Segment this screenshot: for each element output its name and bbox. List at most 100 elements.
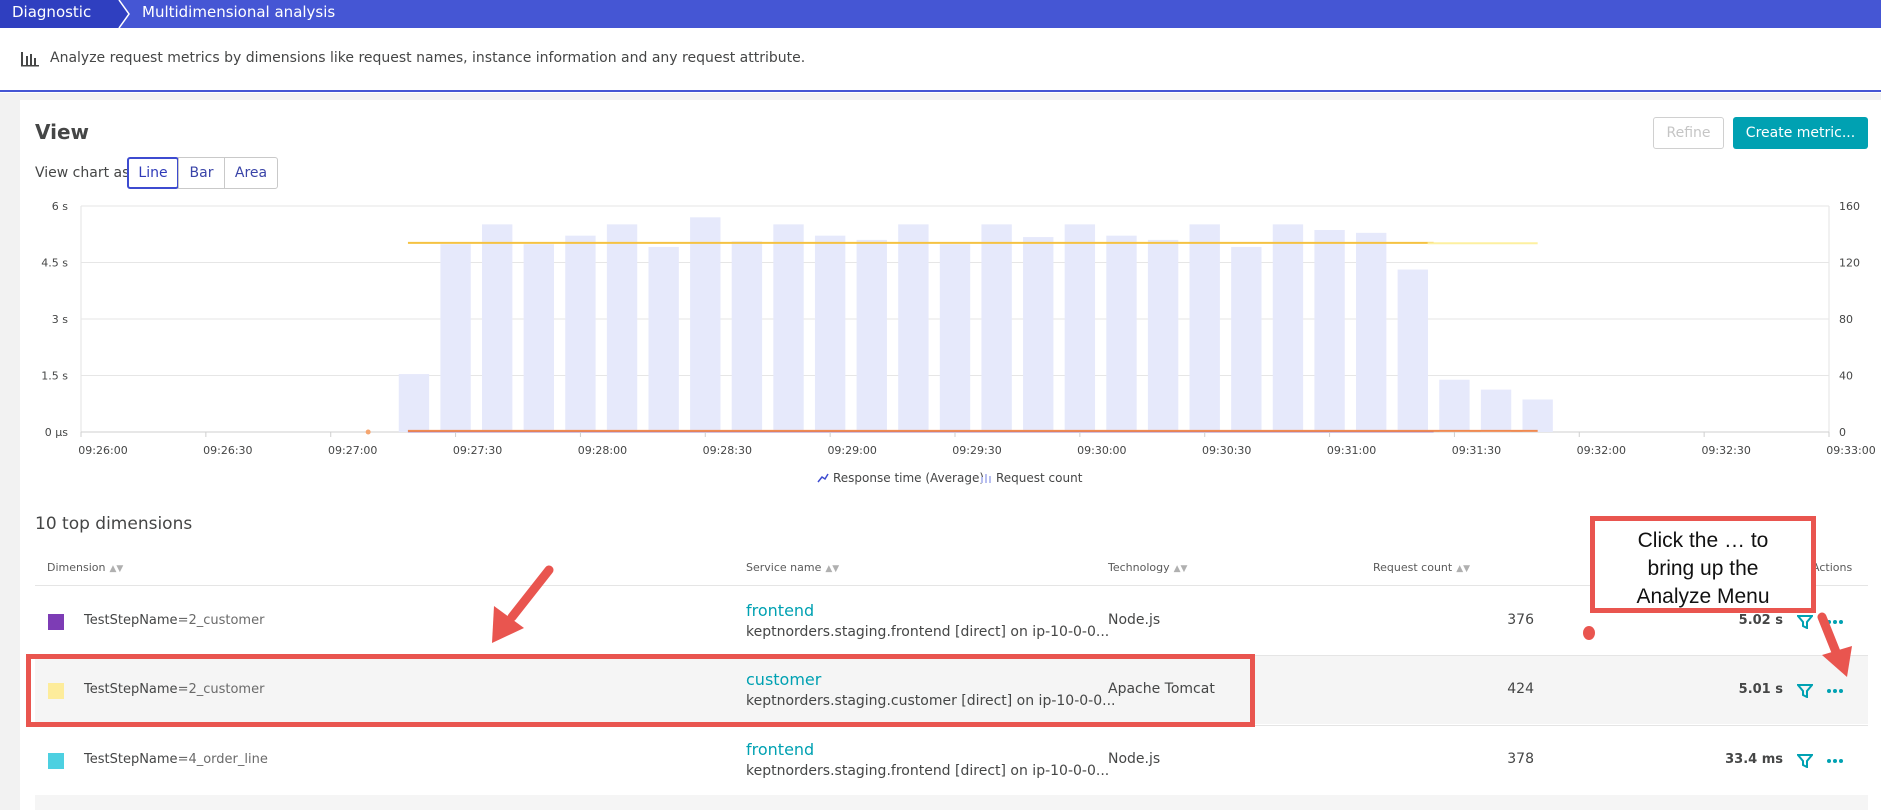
technology: Node.js [1108, 612, 1161, 628]
bar-chart-icon [21, 52, 39, 67]
chart-bar [1023, 237, 1054, 432]
service-detail: keptnorders.staging.frontend [direct] on… [746, 763, 1110, 779]
breadcrumb-item-diagnostic-tools[interactable]: Diagnostic tools [0, 0, 128, 28]
technology: Node.js [1108, 751, 1161, 767]
legend-response-time[interactable]: Response time (Average) [817, 471, 984, 485]
chart-bar [398, 374, 430, 432]
top-dimensions-title: 10 top dimensions [35, 514, 193, 534]
chart-type-bar-button[interactable]: Bar [178, 157, 225, 189]
more-icon[interactable] [1826, 619, 1844, 625]
legend-response-time-label: Response time (Average) [833, 471, 985, 485]
y-right-tick-label: 0 [1839, 426, 1846, 439]
x-tick-label: 09:28:00 [578, 444, 627, 457]
y-left-tick-label: 4.5 s [41, 257, 68, 270]
breadcrumb-separator-icon [118, 0, 130, 28]
row-next-partial [35, 795, 1868, 810]
dimension-key: TestStepName [84, 752, 178, 767]
bar-legend-icon [981, 474, 991, 483]
x-tick-label: 09:33:00 [1826, 444, 1875, 457]
series-color-swatch [48, 614, 64, 630]
chart-bar [1106, 235, 1137, 432]
y-left-tick-label: 3 s [52, 313, 68, 326]
view-title: View [35, 120, 90, 144]
sort-icon: ▲▼ [109, 564, 124, 574]
chart-bar [440, 244, 471, 432]
service-link[interactable]: frontend [746, 740, 814, 759]
chart-bar [981, 224, 1012, 432]
chart-bar [690, 217, 721, 432]
y-right-tick-label: 120 [1839, 257, 1860, 270]
column-header-actions: Actions [1812, 561, 1853, 574]
metrics-chart: 0 µs 0 1.5 s 40 3 s 80 4.5 s 120 6 s 160 09:26:00 0… [41, 200, 1875, 457]
chart-bar [1064, 224, 1096, 432]
callout-annotation: Click the … to bring up the Analyze Menu [1590, 516, 1816, 613]
chart-type-label: View chart as: [35, 165, 135, 181]
response-time: 5.01 s [1738, 682, 1783, 697]
breadcrumb-item-multidimensional-analysis: Multidimensional analysis [142, 3, 336, 21]
y-right-tick-label: 40 [1839, 370, 1853, 383]
request-count: 378 [1507, 751, 1534, 767]
page-description: Analyze request metrics by dimensions li… [50, 50, 806, 66]
create-metric-button[interactable]: Create metric... [1733, 117, 1868, 149]
chart-bar [523, 244, 555, 432]
callout-line: Analyze Menu [1636, 585, 1770, 608]
chart-bar [1189, 224, 1220, 432]
chart-bar [1147, 239, 1179, 432]
response-time: 5.02 s [1738, 613, 1783, 628]
chart-bar [856, 239, 887, 432]
legend-request-count[interactable]: Request count [980, 471, 1082, 485]
column-header-service[interactable]: Service name ▲▼ [746, 561, 839, 574]
response-time-point [365, 429, 371, 435]
y-left-tick-label: 1.5 s [41, 370, 68, 383]
x-tick-label: 09:32:30 [1701, 444, 1750, 457]
filter-icon[interactable] [1797, 754, 1813, 768]
chart-type-area-button[interactable]: Area [224, 157, 278, 189]
column-header-technology[interactable]: Technology ▲▼ [1108, 561, 1187, 574]
chart-bar [606, 224, 638, 432]
chart-bar [939, 244, 971, 432]
x-tick-label: 09:29:30 [952, 444, 1001, 457]
chart-bar [814, 235, 846, 432]
x-tick-label: 09:31:30 [1452, 444, 1501, 457]
callout-line: Click the … to [1637, 529, 1769, 552]
chart-bar [898, 224, 929, 432]
series-color-swatch [48, 753, 64, 769]
column-header-dimension[interactable]: Dimension ▲▼ [47, 561, 123, 574]
chart-bar [1272, 224, 1304, 432]
request-count: 376 [1507, 612, 1534, 628]
column-header-service-label: Service name [746, 561, 822, 574]
chart-bar [1355, 232, 1387, 432]
y-right-tick-label: 80 [1839, 313, 1853, 326]
table-row[interactable]: TestStepName=4_order_line frontend keptn… [35, 726, 1868, 794]
filter-icon[interactable] [1797, 615, 1813, 629]
chart-bar [481, 224, 513, 432]
x-tick-label: 09:26:00 [78, 444, 127, 457]
column-header-request-count[interactable]: Request count ▲▼ [1373, 561, 1470, 574]
breadcrumb: Diagnostic tools Multidimensional analys… [0, 0, 1881, 28]
y-right-tick-label: 160 [1839, 200, 1860, 213]
chart-type-line-button[interactable]: Line [127, 157, 179, 189]
service-link[interactable]: frontend [746, 601, 814, 620]
dimension-val: =4_order_line [177, 752, 268, 767]
chart-bar [648, 246, 679, 432]
service-detail: keptnorders.staging.frontend [direct] on… [746, 624, 1110, 640]
x-tick-label: 09:28:30 [703, 444, 752, 457]
more-icon[interactable] [1826, 758, 1844, 764]
x-tick-label: 09:31:00 [1327, 444, 1376, 457]
chart-bar [1480, 389, 1512, 432]
x-tick-label: 09:30:00 [1077, 444, 1126, 457]
chart-bar [1314, 230, 1345, 432]
line-legend-icon [817, 473, 829, 483]
more-icon[interactable] [1826, 688, 1844, 694]
chart-bar [1522, 399, 1553, 432]
sort-icon: ▲▼ [825, 564, 840, 574]
request-count: 424 [1507, 681, 1534, 697]
y-left-tick-label: 0 µs [45, 426, 68, 439]
chart-bar [565, 235, 596, 432]
chart-bar [731, 241, 763, 432]
refine-button[interactable]: Refine [1653, 117, 1724, 149]
y-left-tick-label: 6 s [52, 200, 68, 213]
chart-bar [773, 224, 804, 432]
dimension-val: =2_customer [177, 613, 265, 628]
filter-icon[interactable] [1797, 684, 1813, 698]
